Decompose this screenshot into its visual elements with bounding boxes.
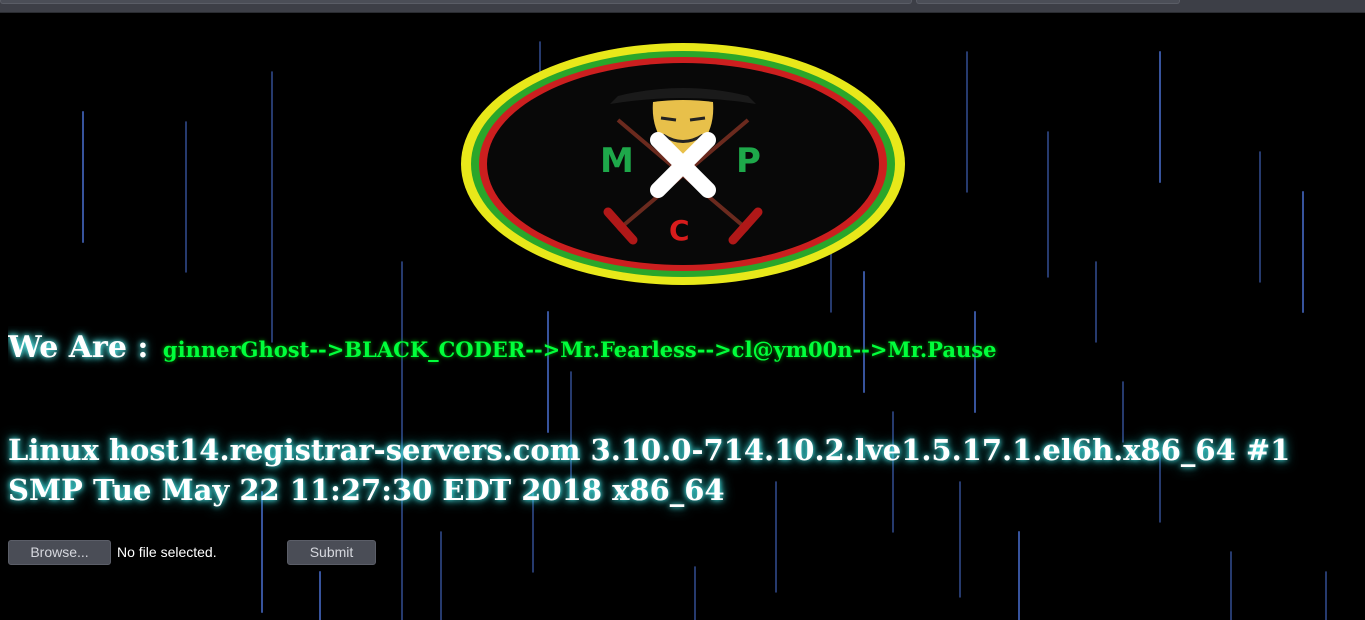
- logo-letter-m: M: [600, 141, 634, 181]
- browser-toolbar: [0, 0, 1365, 13]
- search-bar[interactable]: [916, 0, 1180, 4]
- logo-letter-p: P: [736, 141, 761, 181]
- address-bar[interactable]: [0, 0, 912, 4]
- browse-button[interactable]: Browse...: [8, 540, 111, 565]
- team-prefix: We Are :: [8, 330, 149, 365]
- team-logo: M P C: [461, 43, 905, 285]
- submit-button[interactable]: Submit: [287, 540, 376, 565]
- system-info: Linux host14.registrar-servers.com 3.10.…: [8, 433, 1291, 507]
- team-names-marquee: ginnerGhost-->BLACK_CODER-->Mr.Fearless-…: [162, 337, 997, 362]
- logo-letter-c: C: [669, 214, 690, 247]
- team-credits: We Are : ginnerGhost-->BLACK_CODER-->Mr.…: [8, 326, 1113, 370]
- file-status-label: No file selected.: [117, 544, 217, 560]
